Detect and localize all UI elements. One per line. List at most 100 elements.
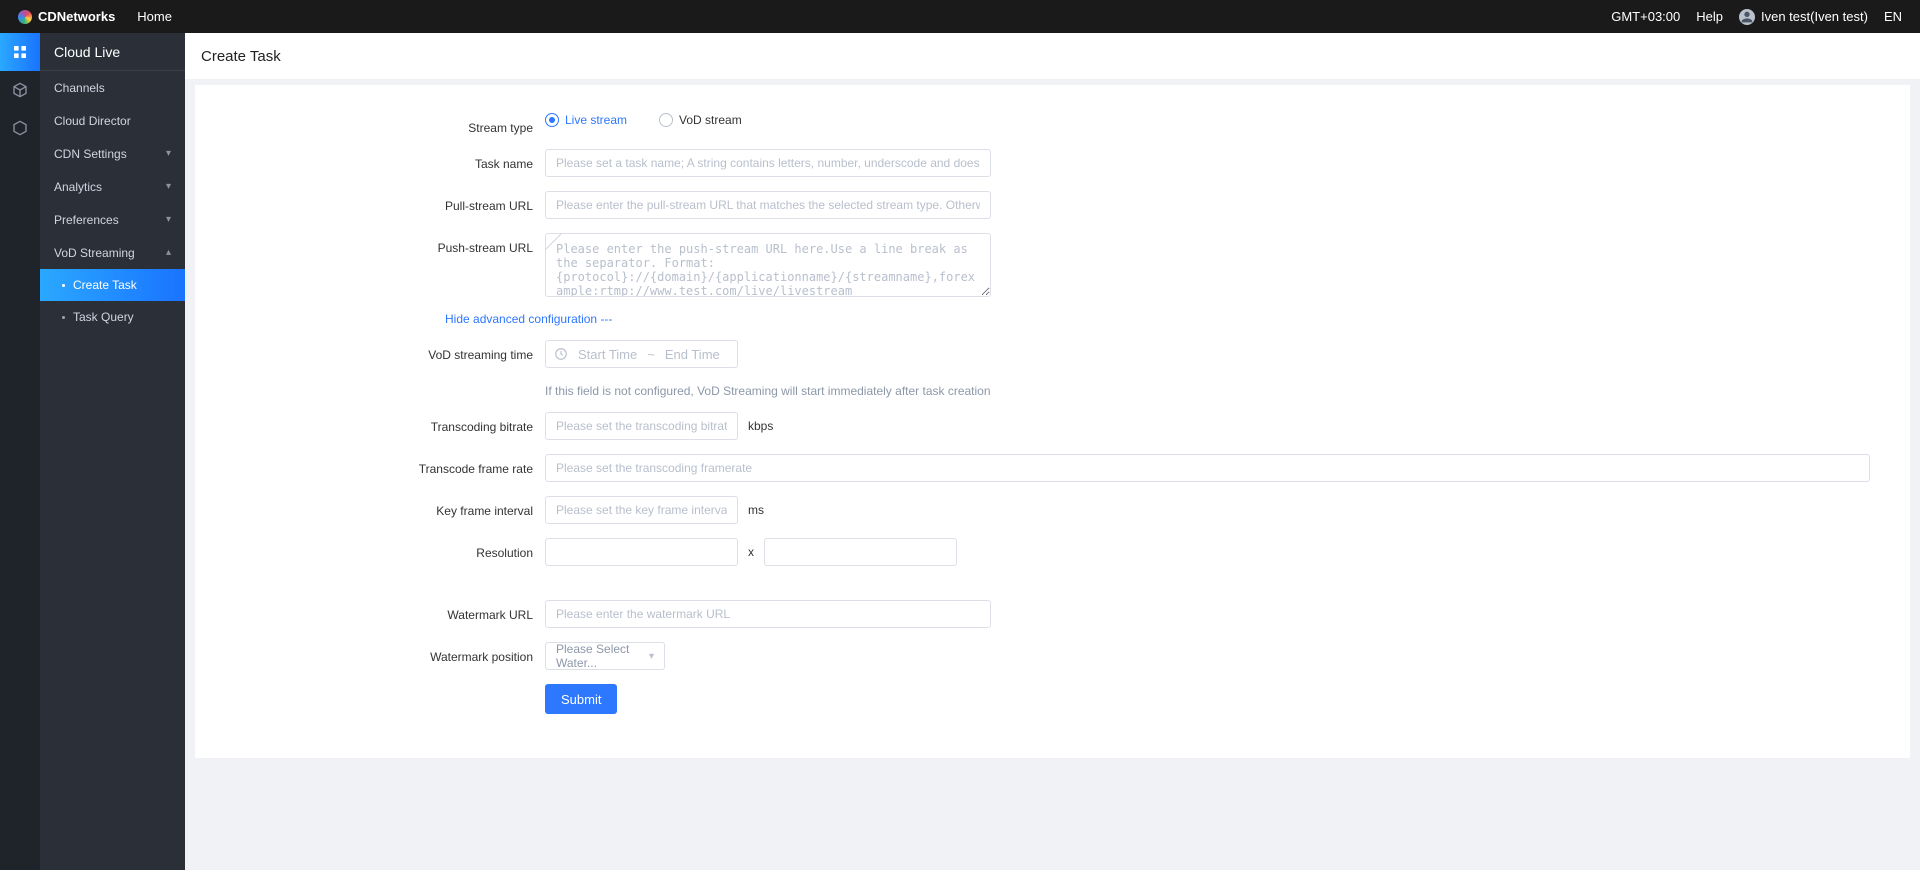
nav-rail — [0, 33, 40, 870]
toggle-advanced[interactable]: Hide advanced configuration --- — [445, 311, 1910, 326]
submit-button[interactable]: Submit — [545, 684, 617, 714]
chevron-up-icon: ▴ — [166, 247, 171, 258]
bullet-icon — [62, 284, 65, 287]
box-icon — [12, 82, 28, 98]
watermark-url-input[interactable] — [545, 600, 991, 628]
vod-time-helper: If this field is not configured, VoD Str… — [545, 384, 991, 398]
sidebar-item-label: CDN Settings — [54, 147, 127, 161]
select-value: Please Select Water... — [556, 642, 649, 670]
radio-indicator-icon — [545, 113, 559, 127]
chevron-down-icon: ▾ — [649, 651, 654, 662]
brand-logo-icon — [18, 10, 32, 24]
row-stream-type: Stream type Live stream VoD stream — [195, 113, 1910, 135]
label-stream-type: Stream type — [195, 113, 545, 135]
label-task-name: Task name — [195, 149, 545, 171]
chevron-down-icon: ▾ — [166, 214, 171, 225]
resolution-height-input[interactable] — [764, 538, 957, 566]
row-transcoding-bitrate: Transcoding bitrate kbps — [195, 412, 1910, 440]
label-key-frame-interval: Key frame interval — [195, 496, 545, 518]
rail-item-settings[interactable] — [0, 109, 40, 147]
lang-switch[interactable]: EN — [1884, 9, 1902, 24]
task-name-input[interactable] — [545, 149, 991, 177]
help-link[interactable]: Help — [1696, 9, 1723, 24]
topbar-left: CDNetworks Home — [18, 9, 172, 24]
vod-time-range[interactable]: Start Time ~ End Time — [545, 340, 738, 368]
sidebar-item-label: VoD Streaming — [54, 246, 135, 260]
key-frame-interval-input[interactable] — [545, 496, 738, 524]
brand[interactable]: CDNetworks — [18, 9, 115, 24]
advanced-link[interactable]: Hide advanced configuration --- — [445, 312, 612, 326]
watermark-position-select[interactable]: Please Select Water... ▾ — [545, 642, 665, 670]
label-transcoding-bitrate: Transcoding bitrate — [195, 412, 545, 434]
sidebar-item-label: Preferences — [54, 213, 119, 227]
page-title: Create Task — [185, 33, 1920, 79]
sidebar-title: Cloud Live — [40, 33, 185, 71]
radio-live-stream[interactable]: Live stream — [545, 113, 627, 127]
unit-ms: ms — [748, 503, 764, 517]
row-transcode-framerate: Transcode frame rate — [195, 454, 1910, 482]
label-vod-time: VoD streaming time — [195, 340, 545, 362]
row-watermark-position: Watermark position Please Select Water..… — [195, 642, 1910, 670]
transcode-framerate-input[interactable] — [545, 454, 1870, 482]
label-transcode-framerate: Transcode frame rate — [195, 454, 545, 476]
content: Create Task Stream type Live stream VoD … — [185, 33, 1920, 870]
timezone[interactable]: GMT+03:00 — [1611, 9, 1680, 24]
rail-item-apps[interactable] — [0, 33, 40, 71]
row-vod-time: VoD streaming time Start Time ~ End Time… — [195, 340, 1910, 398]
clock-icon — [554, 347, 568, 361]
label-watermark-position: Watermark position — [195, 642, 545, 664]
range-separator: ~ — [647, 347, 655, 362]
label-push-url: Push-stream URL — [195, 233, 545, 255]
user-label: Iven test(Iven test) — [1761, 9, 1868, 24]
sidebar-sub-create-task[interactable]: Create Task — [40, 269, 185, 301]
sidebar-sub-task-query[interactable]: Task Query — [40, 301, 185, 333]
form-card: Stream type Live stream VoD stream Task … — [195, 85, 1910, 758]
topbar: CDNetworks Home GMT+03:00 Help Iven test… — [0, 0, 1920, 33]
radio-label: VoD stream — [679, 113, 742, 127]
radio-label: Live stream — [565, 113, 627, 127]
sidebar-item-label: Analytics — [54, 180, 102, 194]
transcoding-bitrate-input[interactable] — [545, 412, 738, 440]
sidebar-item-preferences[interactable]: Preferences ▾ — [40, 203, 185, 236]
sidebar: Cloud Live Channels Cloud Director CDN S… — [40, 33, 185, 870]
label-watermark-url: Watermark URL — [195, 600, 545, 622]
row-task-name: Task name — [195, 149, 1910, 177]
sidebar-item-vod-streaming[interactable]: VoD Streaming ▴ — [40, 236, 185, 269]
radio-indicator-icon — [659, 113, 673, 127]
row-key-frame-interval: Key frame interval ms — [195, 496, 1910, 524]
sidebar-item-label: Channels — [54, 81, 105, 95]
brand-name: CDNetworks — [38, 9, 115, 24]
row-watermark-url: Watermark URL — [195, 600, 1910, 628]
sidebar-sub-label: Create Task — [73, 278, 137, 292]
row-pull-url: Pull-stream URL — [195, 191, 1910, 219]
resolution-width-input[interactable] — [545, 538, 738, 566]
push-url-textarea[interactable] — [545, 233, 991, 297]
radio-vod-stream[interactable]: VoD stream — [659, 113, 742, 127]
sidebar-item-analytics[interactable]: Analytics ▾ — [40, 170, 185, 203]
sidebar-sub-label: Task Query — [73, 310, 134, 324]
shapes-icon — [12, 120, 28, 136]
rail-item-cloud[interactable] — [0, 71, 40, 109]
chevron-down-icon: ▾ — [166, 148, 171, 159]
sidebar-item-cloud-director[interactable]: Cloud Director — [40, 104, 185, 137]
end-time-placeholder: End Time — [665, 347, 720, 362]
resolution-separator: x — [748, 545, 754, 559]
row-resolution: Resolution x — [195, 538, 1910, 566]
label-pull-url: Pull-stream URL — [195, 191, 545, 213]
sidebar-item-channels[interactable]: Channels — [40, 71, 185, 104]
bullet-icon — [62, 316, 65, 319]
chevron-down-icon: ▾ — [166, 181, 171, 192]
user-menu[interactable]: Iven test(Iven test) — [1739, 9, 1868, 25]
start-time-placeholder: Start Time — [578, 347, 637, 362]
unit-kbps: kbps — [748, 419, 773, 433]
label-resolution: Resolution — [195, 538, 545, 560]
grid-icon — [12, 44, 28, 60]
pull-url-input[interactable] — [545, 191, 991, 219]
sidebar-item-label: Cloud Director — [54, 114, 131, 128]
avatar-icon — [1739, 9, 1755, 25]
sidebar-item-cdn-settings[interactable]: CDN Settings ▾ — [40, 137, 185, 170]
row-submit: Submit — [195, 684, 1910, 714]
row-push-url: Push-stream URL — [195, 233, 1910, 297]
nav-home[interactable]: Home — [137, 9, 172, 24]
topbar-right: GMT+03:00 Help Iven test(Iven test) EN — [1611, 9, 1902, 25]
